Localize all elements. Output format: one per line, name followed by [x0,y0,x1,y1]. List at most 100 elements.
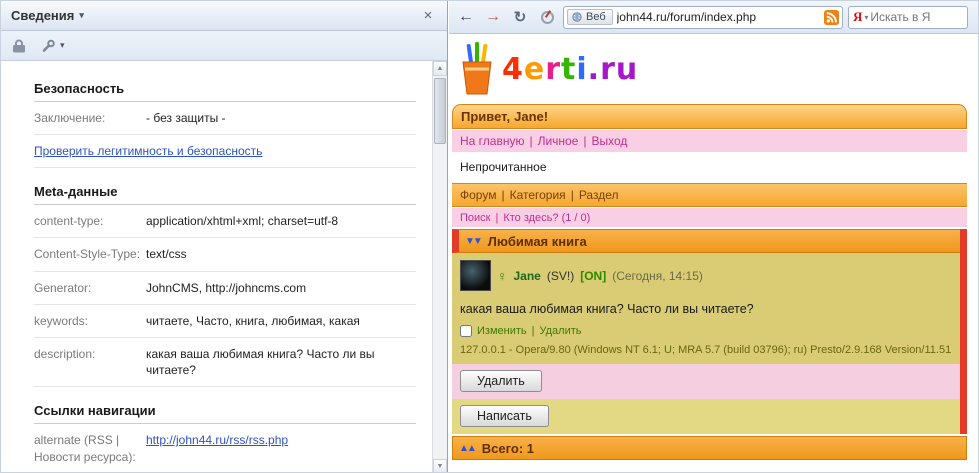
breadcrumb-section-link[interactable]: Раздел [579,188,619,202]
info-row: Заключение: - без защиты - [34,102,416,135]
post-author-link[interactable]: Jane [514,269,541,283]
separator: | [495,212,498,224]
separator: | [571,188,574,202]
post-actions: Изменить | Удалить [460,325,952,337]
rss-icon[interactable] [824,10,839,25]
jump-to-bottom-icon[interactable]: ▼▼ [465,236,481,247]
row-label: Заключение: [34,110,146,126]
info-row: Generator: JohnCMS, http://johncms.com [34,272,416,305]
scroll-up-icon[interactable]: ▲ [433,61,447,76]
reload-button[interactable]: ↻ [509,6,531,28]
yandex-icon: Я [853,9,862,25]
panel-title-dropdown[interactable]: Сведения ▾ [11,8,84,23]
greeting-suffix: ! [544,109,548,124]
globe-icon [572,12,582,22]
address-bar[interactable]: Веб [563,6,843,29]
logo-text: 4erti.ru [502,52,638,87]
post-timestamp: (Сегодня, 14:15) [612,269,703,283]
info-row: keywords: читаете, Часто, книга, любимая… [34,305,416,338]
breadcrumb-forum-link[interactable]: Форум [460,188,496,202]
browser-window: Сведения ▾ × ▾ Безопасность Заключение: … [0,0,979,473]
topic-footer: ▲▲ Всего: 1 [452,436,967,460]
browser-toolbar: ← → ↻ Веб Я ▾ [449,1,978,34]
row-value: какая ваша любимая книга? Часто ли вы чи… [146,346,416,378]
who-is-here-link[interactable]: Кто здесь? (1 / 0) [503,212,590,224]
browser-pane: ← → ↻ Веб Я ▾ [449,1,978,473]
user-nav-bar: На главную | Личное | Выход [452,130,967,152]
site-logo[interactable]: 4erti.ru [452,36,978,102]
nav-home-link[interactable]: На главную [460,134,524,148]
delete-post-link[interactable]: Удалить [539,325,581,337]
forum-page: 4erti.ru Привет, Jane! На главную | Личн… [449,34,978,473]
security-badge-label: Веб [586,11,606,23]
unread-link[interactable]: Непрочитанное [452,152,978,183]
chevron-down-icon: ▾ [60,40,65,51]
scroll-down-icon[interactable]: ▼ [433,459,447,473]
row-label: alternate (RSS | Новости ресурса): [34,432,146,464]
separator: | [583,134,586,148]
security-heading: Безопасность [34,81,416,102]
security-badge[interactable]: Веб [567,9,613,25]
row-value: text/css [146,246,187,262]
row-value: JohnCMS, http://johncms.com [146,280,306,296]
delete-button[interactable]: Удалить [460,370,542,392]
separator: | [501,188,504,202]
user-agent-string: 127.0.0.1 - Opera/9.80 (Windows NT 6.1; … [460,344,952,356]
tools-wrench-button[interactable]: ▾ [41,39,65,53]
post-body: какая ваша любимая книга? Часто ли вы чи… [460,302,952,316]
row-label: content-type: [34,213,146,229]
nav-logout-link[interactable]: Выход [592,134,628,148]
post-header: ♀ Jane (SV!) [ON] (Сегодня, 14:15) [460,260,952,291]
info-row: content-type: application/xhtml+xml; cha… [34,205,416,238]
female-icon: ♀ [497,268,508,284]
back-button[interactable]: ← [455,6,477,28]
turbo-button[interactable] [536,6,558,28]
topic-header: ▼▼ Любимая книга [452,229,960,253]
edit-post-link[interactable]: Изменить [477,325,527,337]
page-info-content: Безопасность Заключение: - без защиты - … [1,61,432,473]
close-panel-button[interactable]: × [419,7,437,24]
panel-scrollbar[interactable]: ▲ ▼ [432,61,447,473]
security-check-link[interactable]: Проверить легитимность и безопасность [34,144,262,158]
online-badge: [ON] [580,269,606,283]
row-label: keywords: [34,313,146,329]
post: ♀ Jane (SV!) [ON] (Сегодня, 14:15) какая… [452,253,960,364]
greeting-bar: Привет, Jane! [452,104,967,129]
nav-private-link[interactable]: Личное [538,134,579,148]
panel-toolbar: ▾ [1,31,447,61]
row-label: Generator: [34,280,146,296]
row-label: description: [34,346,146,378]
total-count: Всего: 1 [482,441,534,456]
pencil-cup-icon [456,42,498,96]
row-value: читаете, Часто, книга, любимая, какая [146,313,360,329]
rss-url-link[interactable]: http://john44.ru/rss/rss.php [146,433,288,447]
panel-titlebar: Сведения ▾ × [1,1,447,31]
delete-row: Удалить [452,364,960,399]
jump-to-top-icon[interactable]: ▲▲ [459,443,475,454]
greeting-prefix: Привет, [461,109,510,124]
search-link[interactable]: Поиск [460,212,490,224]
breadcrumb-category-link[interactable]: Категория [510,188,566,202]
forward-button[interactable]: → [482,6,504,28]
lock-icon[interactable] [13,39,25,53]
chevron-down-icon: ▾ [79,10,84,21]
scrollbar-thumb[interactable] [434,78,446,144]
page-info-panel: Сведения ▾ × ▾ Безопасность Заключение: … [1,1,448,473]
write-button[interactable]: Написать [460,405,549,427]
row-label: Content-Style-Type: [34,246,146,262]
info-row: description: какая ваша любимая книга? Ч… [34,338,416,387]
separator: | [529,134,532,148]
avatar[interactable] [460,260,491,291]
panel-title: Сведения [11,8,74,23]
select-post-checkbox[interactable] [460,325,472,337]
greeting-username[interactable]: Jane [514,109,544,124]
nav-links-heading: Ссылки навигации [34,403,416,424]
turbo-icon [541,11,554,24]
info-row: Content-Style-Type: text/css [34,238,416,271]
url-input[interactable] [613,10,824,24]
security-check-row: Проверить легитимность и безопасность [34,135,416,168]
search-input[interactable] [870,10,963,24]
chevron-down-icon[interactable]: ▾ [864,13,868,22]
row-value: - без защиты - [146,110,226,126]
search-field[interactable]: Я ▾ [848,6,968,29]
